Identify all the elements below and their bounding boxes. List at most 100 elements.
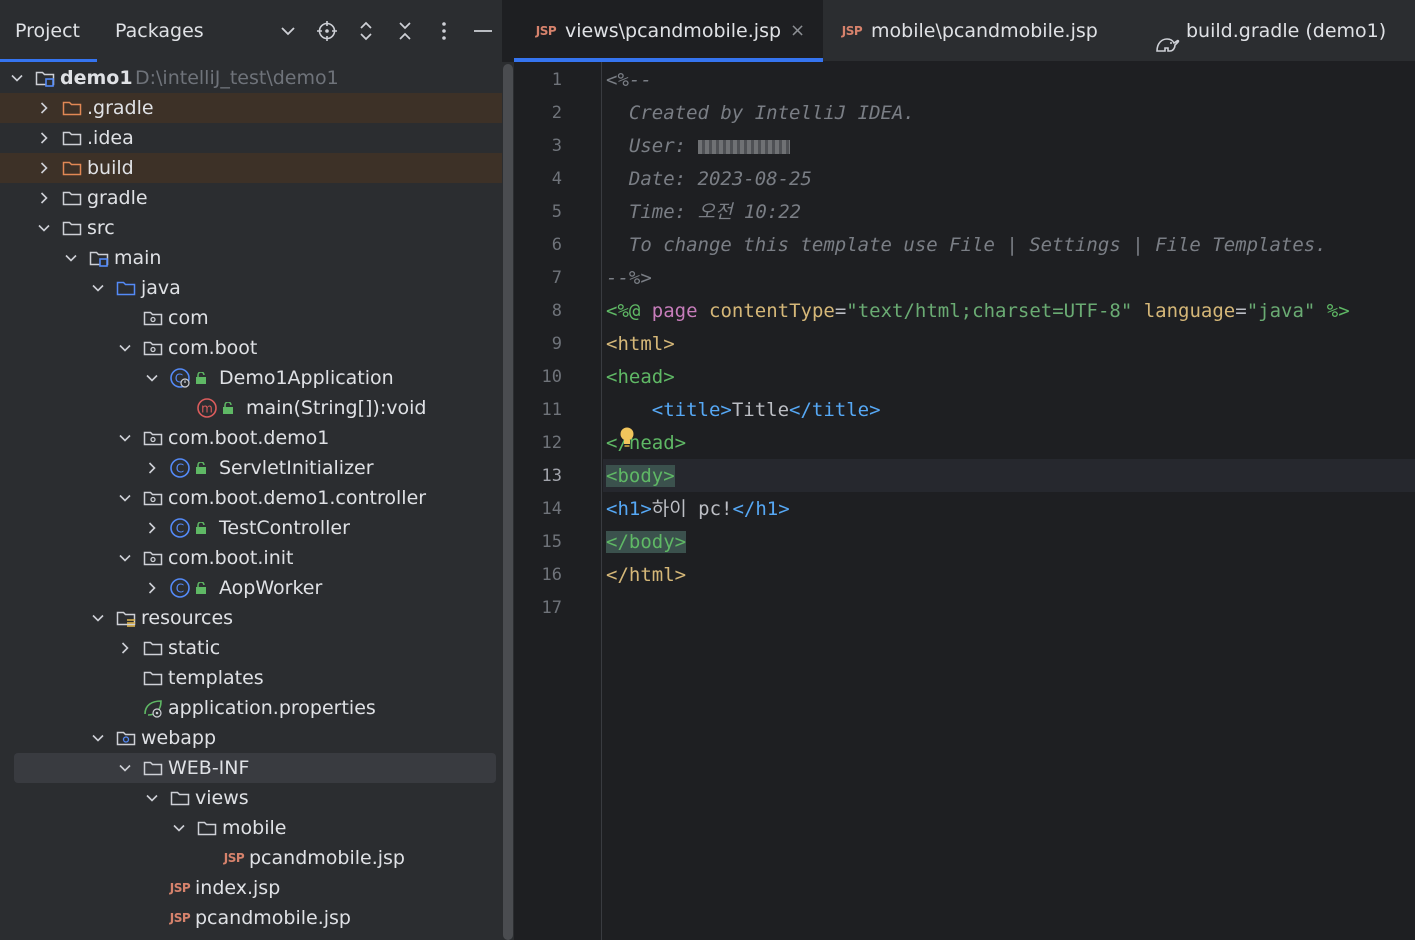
chevron-down-icon[interactable]	[115, 333, 135, 363]
jsp-file-icon: JSP	[169, 881, 191, 895]
tree-item[interactable]: com.boot	[0, 333, 502, 363]
editor-tab-build-gradle[interactable]: build.gradle (demo1)	[1132, 0, 1415, 62]
chevron-down-icon[interactable]	[142, 783, 162, 813]
code-line-12: </head>	[606, 432, 687, 454]
body-open-tag: <body>	[606, 465, 675, 487]
tree-item[interactable]: C Demo1Application	[0, 363, 502, 393]
excluded-folder-icon	[60, 153, 84, 183]
tree-scrollbar-thumb[interactable]	[503, 64, 513, 940]
tree-item[interactable]: C AopWorker	[0, 573, 502, 603]
chevron-right-icon[interactable]	[142, 573, 162, 603]
tree-item-label: com.boot.demo1	[168, 427, 330, 449]
close-icon[interactable]: ×	[790, 0, 805, 62]
editor-tab-label: views\pcandmobile.jsp	[565, 20, 782, 42]
current-line-highlight	[603, 459, 1415, 492]
code-line-10: <head>	[606, 366, 675, 388]
chevron-down-icon[interactable]	[115, 543, 135, 573]
chevron-down-icon[interactable]	[88, 603, 108, 633]
tree-item-label: gradle	[87, 187, 148, 209]
chevron-right-icon[interactable]	[142, 453, 162, 483]
chevron-down-icon[interactable]	[142, 363, 162, 393]
chevron-down-icon[interactable]	[273, 16, 303, 46]
spring-class-icon: C	[168, 363, 192, 393]
chevron-down-icon[interactable]	[88, 723, 108, 753]
code-line-16: </html>	[606, 564, 687, 586]
tree-item[interactable]: WEB-INF	[0, 753, 502, 783]
chevron-down-icon[interactable]	[61, 243, 81, 273]
expand-all-icon[interactable]	[351, 16, 381, 46]
project-tree: demo1 D:\intelliJ_test\demo1 .gradle .idea b…	[0, 62, 502, 940]
editor-tab-views-pcandmobile[interactable]: JSP views\pcandmobile.jsp ×	[514, 0, 823, 62]
package-icon	[141, 543, 165, 573]
package-icon	[141, 483, 165, 513]
svg-text:C: C	[176, 582, 184, 596]
chevron-down-icon[interactable]	[115, 423, 135, 453]
more-icon[interactable]	[429, 16, 459, 46]
minimize-icon[interactable]	[468, 16, 498, 46]
tree-item[interactable]: demo1 D:\intelliJ_test\demo1	[0, 63, 502, 93]
tab-packages[interactable]: Packages	[115, 0, 204, 62]
tree-item[interactable]: com.boot.demo1.controller	[0, 483, 502, 513]
chevron-down-icon[interactable]	[7, 63, 27, 93]
title-text: Title	[731, 399, 790, 421]
tree-item[interactable]: static	[0, 633, 502, 663]
tree-item[interactable]: webapp	[0, 723, 502, 753]
tree-item[interactable]: resources	[0, 603, 502, 633]
attr-equals: =	[834, 300, 847, 322]
tree-item[interactable]: application.properties	[0, 693, 502, 723]
chevron-down-icon[interactable]	[169, 813, 189, 843]
chevron-right-icon[interactable]	[34, 123, 54, 153]
chevron-down-icon[interactable]	[115, 753, 135, 783]
locate-icon[interactable]	[312, 16, 342, 46]
tree-item[interactable]: views	[0, 783, 502, 813]
editor-tab-mobile-pcandmobile[interactable]: JSP mobile\pcandmobile.jsp	[823, 0, 1132, 62]
chevron-down-icon[interactable]	[88, 273, 108, 303]
tree-item[interactable]: com	[0, 303, 502, 333]
chevron-right-icon[interactable]	[142, 513, 162, 543]
chevron-right-icon[interactable]	[115, 633, 135, 663]
chevron-right-icon[interactable]	[34, 93, 54, 123]
code-editor[interactable]: <%-- Created by IntelliJ IDEA. User: Dat…	[603, 62, 1415, 940]
chevron-right-icon[interactable]	[34, 183, 54, 213]
tree-item[interactable]: com.boot.demo1	[0, 423, 502, 453]
tree-item[interactable]: JSP pcandmobile.jsp	[0, 903, 502, 933]
jsp-directive-close: %>	[1326, 300, 1350, 322]
chevron-down-icon[interactable]	[34, 213, 54, 243]
collapse-all-icon[interactable]	[390, 16, 420, 46]
class-icon: C	[168, 453, 192, 483]
tree-item[interactable]: gradle	[0, 183, 502, 213]
tree-item[interactable]: m main(String[]):void	[0, 393, 502, 423]
tree-item[interactable]: main	[0, 243, 502, 273]
code-line-9: <html>	[606, 333, 675, 355]
tree-item[interactable]: JSP pcandmobile.jsp	[0, 843, 502, 873]
jsp-file-icon: JSP	[223, 851, 245, 865]
tree-item[interactable]: templates	[0, 663, 502, 693]
line-number: 1	[551, 70, 562, 90]
tree-item[interactable]: java	[0, 273, 502, 303]
intention-bulb-icon[interactable]	[619, 427, 635, 449]
tree-item-label: pcandmobile.jsp	[195, 907, 351, 929]
tab-project[interactable]: Project	[0, 0, 98, 62]
line-number: 15	[541, 532, 562, 552]
tree-item[interactable]: JSP index.jsp	[0, 873, 502, 903]
folder-icon	[141, 663, 165, 693]
code-line-4: Date: 2023-08-25	[606, 168, 812, 190]
method-icon: m	[195, 393, 219, 423]
line-number: 11	[541, 400, 562, 420]
tree-item[interactable]: com.boot.init	[0, 543, 502, 573]
tree-item[interactable]: .idea	[0, 123, 502, 153]
module-folder-icon	[87, 243, 111, 273]
chevron-right-icon[interactable]	[34, 153, 54, 183]
tree-item[interactable]: mobile	[0, 813, 502, 843]
project-panel-header: Project Packages	[0, 0, 502, 62]
tree-item[interactable]: build	[0, 153, 502, 183]
tree-item-label: WEB-INF	[168, 757, 250, 779]
tree-item[interactable]: C TestController	[0, 513, 502, 543]
tree-item[interactable]: .gradle	[0, 93, 502, 123]
tree-item[interactable]: C ServletInitializer	[0, 453, 502, 483]
editor-tab-label: build.gradle (demo1)	[1186, 20, 1387, 42]
tree-item[interactable]: src	[0, 213, 502, 243]
chevron-down-icon[interactable]	[115, 483, 135, 513]
package-icon	[141, 423, 165, 453]
tree-item-path: D:\intelliJ_test\demo1	[135, 67, 339, 89]
